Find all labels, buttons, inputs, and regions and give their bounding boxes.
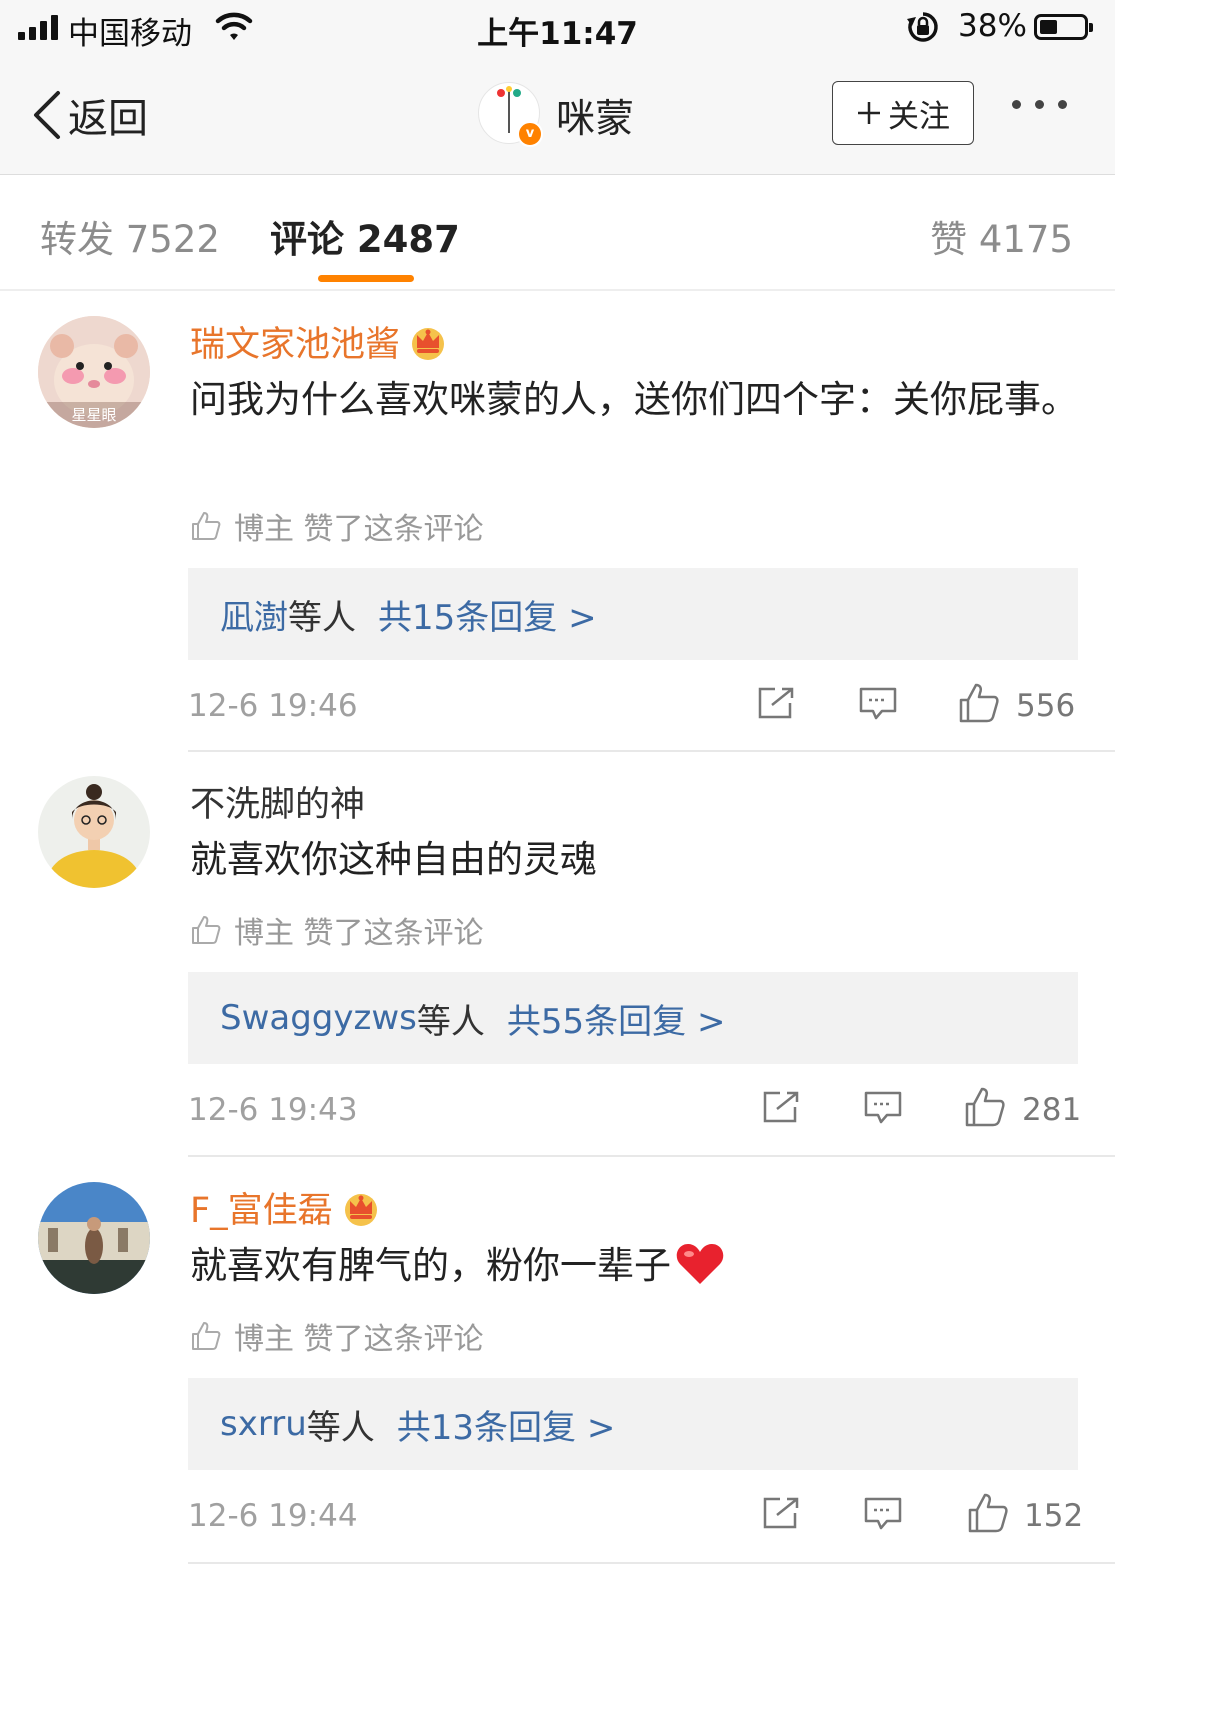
crown-icon <box>412 327 445 360</box>
replies-link[interactable]: 凪澍 等人 共15条回复 > <box>188 568 1078 660</box>
commenter-name[interactable]: 不洗脚的神 <box>190 776 365 827</box>
like-count: 281 <box>1022 1092 1082 1128</box>
page-title: 咪蒙 <box>556 97 635 142</box>
reply-authors: sxrru <box>220 1404 307 1444</box>
follow-label: 关注 <box>888 98 950 135</box>
reply-authors: Swaggyzws <box>220 998 417 1038</box>
comment-time: 12-6 19:46 <box>188 688 358 724</box>
share-icon[interactable] <box>762 1496 800 1530</box>
active-tab-indicator <box>318 275 414 282</box>
tab-comment[interactable]: 评论 2487 <box>270 209 460 263</box>
chevron-left-icon <box>34 91 60 139</box>
comment-text: 问我为什么喜欢咪蒙的人，送你们四个字：关你屁事。 <box>190 378 1078 421</box>
like-count: 152 <box>1024 1498 1084 1534</box>
avatar[interactable]: v <box>478 82 543 147</box>
tab-repost[interactable]: 转发 7522 <box>40 209 220 263</box>
like-icon[interactable] <box>958 682 1000 724</box>
rotation-lock-icon <box>907 12 938 42</box>
crown-icon <box>344 1193 377 1226</box>
author-liked-note: 博主 赞了这条评论 <box>190 1314 484 1358</box>
like-icon[interactable] <box>964 1086 1006 1128</box>
heart-emoji-icon <box>676 1244 724 1284</box>
tab-bar: 转发 7522 评论 2487 赞 4175 <box>0 175 1115 291</box>
commenter-avatar[interactable]: 星星眼 <box>38 316 150 428</box>
status-bar: 中国移动 上午11:47 38% <box>0 0 1115 56</box>
girl-avatar-image <box>38 776 150 888</box>
like-count: 556 <box>1016 688 1076 724</box>
commenter-avatar[interactable] <box>38 1182 150 1294</box>
reply-authors: 凪澍 <box>220 597 288 638</box>
commenter-name[interactable]: F_富佳磊 <box>190 1182 381 1233</box>
share-icon[interactable] <box>757 686 795 720</box>
comment-item: F_富佳磊 就喜欢有脾气的，粉你一辈子 博主 赞了这条评论 sxrru 等人 共… <box>0 1158 1115 1568</box>
thumb-up-outline-icon <box>192 916 221 944</box>
like-icon[interactable] <box>967 1492 1009 1534</box>
author-liked-note: 博主 赞了这条评论 <box>190 504 484 548</box>
comment-item: 星星眼 瑞文家池池酱 问我为什么喜欢咪蒙的人，送你们四个字：关你屁事。 博主 赞… <box>0 292 1115 752</box>
divider <box>188 1155 1115 1157</box>
reply-count: 共13条回复 > <box>396 1407 616 1448</box>
more-dots-icon <box>1012 100 1021 109</box>
comment-text: 就喜欢有脾气的，粉你一辈子 <box>190 1236 1090 1296</box>
back-label: 返回 <box>68 96 148 142</box>
back-button[interactable]: 返回 <box>30 86 148 144</box>
clock: 上午11:47 <box>477 16 638 52</box>
photo-avatar-image <box>38 1182 150 1294</box>
commenter-avatar[interactable] <box>38 776 150 888</box>
comment-text: 就喜欢你这种自由的灵魂 <box>190 838 597 881</box>
divider <box>188 1562 1115 1564</box>
battery-percent: 38% <box>958 8 1027 44</box>
avatar-caption: 星星眼 <box>71 406 117 424</box>
comment-icon[interactable] <box>858 686 898 722</box>
reply-count: 共55条回复 > <box>506 1001 726 1042</box>
thumb-up-outline-icon <box>192 512 221 540</box>
comment-icon[interactable] <box>863 1496 903 1532</box>
tab-like[interactable]: 赞 4175 <box>930 209 1073 263</box>
more-button[interactable] <box>1012 100 1067 109</box>
comment-time: 12-6 19:43 <box>188 1092 358 1128</box>
reply-count: 共15条回复 > <box>378 597 597 638</box>
thumb-up-outline-icon <box>192 1322 221 1350</box>
follow-button[interactable]: 关注 <box>832 81 974 145</box>
comment-item: 不洗脚的神 就喜欢你这种自由的灵魂 博主 赞了这条评论 Swaggyzws 等人… <box>0 752 1115 1157</box>
battery-icon <box>1034 14 1093 40</box>
nav-bar: 返回 v 咪蒙 关注 <box>0 56 1115 175</box>
plus-icon <box>858 102 880 124</box>
commenter-name[interactable]: 瑞文家池池酱 <box>190 316 448 367</box>
comment-time: 12-6 19:44 <box>188 1498 358 1534</box>
share-icon[interactable] <box>762 1090 800 1124</box>
replies-link[interactable]: Swaggyzws 等人 共55条回复 > <box>188 972 1078 1064</box>
replies-link[interactable]: sxrru 等人 共13条回复 > <box>188 1378 1078 1470</box>
comment-icon[interactable] <box>863 1090 903 1126</box>
author-liked-note: 博主 赞了这条评论 <box>190 908 484 952</box>
verified-badge-icon: v <box>517 121 543 147</box>
